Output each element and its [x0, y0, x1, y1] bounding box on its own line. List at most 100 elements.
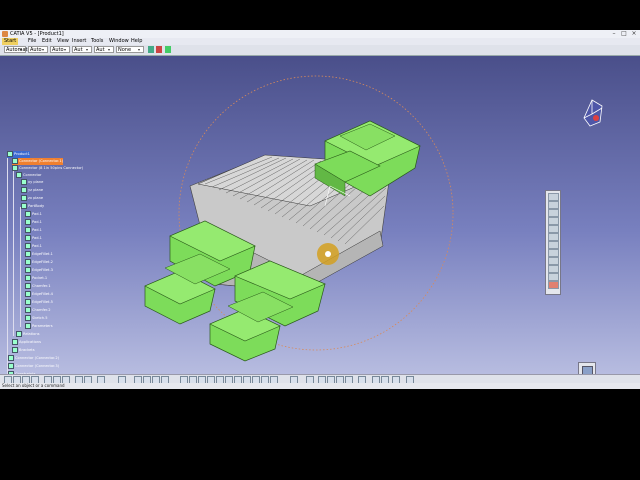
point-combo-value: Aut — [96, 47, 105, 53]
tree-node-label: Relations — [23, 332, 40, 336]
shell-tool-icon[interactable] — [548, 265, 559, 273]
menu-edit[interactable]: Edit — [40, 38, 54, 45]
tree-node[interactable]: yz plane — [21, 187, 43, 194]
mirror-tool-icon[interactable] — [548, 281, 559, 289]
plane-icon — [21, 187, 27, 193]
tree-node[interactable]: Connector (Connector.1) — [12, 158, 64, 165]
robot-marker-center — [325, 251, 331, 257]
layer-combo-value: None — [118, 47, 132, 53]
close-icon[interactable]: × — [630, 30, 638, 37]
tree-node[interactable]: EdgeFillet.2 — [25, 259, 53, 266]
tree-node[interactable]: Connector (Connector.2) — [8, 355, 59, 362]
tree-node-label: xy plane — [28, 180, 44, 184]
chevron-down-icon: ▾ — [64, 47, 67, 52]
shaft-tool-icon[interactable] — [548, 209, 559, 217]
tree-node-label: Connector (Connector.2) — [15, 356, 60, 360]
pad-icon — [25, 243, 31, 249]
layer-combo[interactable]: None ▾ — [116, 46, 144, 53]
color-combo[interactable]: Automatic ▾ — [4, 46, 32, 53]
hole-tool-icon[interactable] — [548, 225, 559, 233]
fillet-icon — [25, 259, 31, 265]
groove-tool-icon[interactable] — [548, 217, 559, 225]
tree-node[interactable]: Brackets — [12, 347, 35, 354]
menu-view[interactable]: View — [55, 38, 71, 45]
specification-tree[interactable]: Product1 Connector (Connector.1) Connect… — [4, 151, 84, 389]
chevron-down-icon: ▾ — [108, 47, 111, 52]
transparency-combo-value: Auto — [30, 47, 42, 53]
tree-node[interactable]: xy plane — [21, 179, 43, 186]
tree-node-label: Connector — [23, 173, 42, 177]
tree-node[interactable]: zx plane — [21, 195, 43, 202]
pocket-tool-icon[interactable] — [548, 201, 559, 209]
menu-tools[interactable]: Tools — [89, 38, 105, 45]
tree-node[interactable]: EdgeFillet.4 — [25, 291, 53, 298]
tree-node[interactable]: Pad.1 — [25, 227, 42, 234]
green-plug-back[interactable] — [314, 120, 421, 197]
properties-icon[interactable] — [156, 46, 162, 53]
tree-node[interactable]: Parameters — [25, 323, 53, 330]
catia-window: CATIA V5 - [Product1] – □ × Start File E… — [0, 30, 640, 389]
maximize-icon[interactable]: □ — [620, 30, 628, 37]
pad-icon — [25, 211, 31, 217]
rib-tool-icon[interactable] — [548, 233, 559, 241]
tree-node-label: EdgeFillet.3 — [32, 268, 53, 272]
parameters-icon — [25, 323, 31, 329]
tree-line — [7, 157, 8, 385]
tree-node[interactable]: PartBody — [21, 203, 44, 210]
minimize-icon[interactable]: – — [610, 30, 618, 37]
pad-icon — [25, 227, 31, 233]
fillet-icon — [25, 251, 31, 257]
tree-node[interactable]: Pad.1 — [25, 235, 42, 242]
chamfer-icon — [25, 283, 31, 289]
3d-viewport[interactable]: Product1 Connector (Connector.1) Connect… — [0, 56, 640, 388]
applications-icon — [12, 339, 18, 345]
draft-tool-icon[interactable] — [548, 257, 559, 265]
linetype-combo[interactable]: Auto ▾ — [50, 46, 70, 53]
pad-tool-icon[interactable] — [548, 193, 559, 201]
transparency-combo[interactable]: Auto ▾ — [28, 46, 48, 53]
menu-help[interactable]: Help — [129, 38, 144, 45]
tree-node[interactable]: EdgeFillet.3 — [25, 267, 53, 274]
tree-node[interactable]: Connector (8 1in 50pins Connector) — [12, 165, 83, 172]
tree-node-label: yz plane — [28, 188, 44, 192]
sync-icon[interactable] — [165, 46, 171, 53]
tree-node-label: PartBody — [28, 204, 45, 208]
point-combo[interactable]: Aut ▾ — [94, 46, 114, 53]
thread-tool-icon[interactable] — [548, 273, 559, 281]
part-icon — [12, 165, 18, 171]
tree-node[interactable]: Sketch.5 — [25, 315, 48, 322]
menu-start[interactable]: Start — [2, 38, 19, 45]
status-text: Select an object or a command — [2, 383, 65, 388]
fillet-tool-icon[interactable] — [548, 241, 559, 249]
tree-node[interactable]: Connector — [16, 172, 42, 179]
tree-line — [20, 207, 21, 327]
tree-node-label: Brackets — [19, 348, 35, 352]
tree-node[interactable]: Chamfer.1 — [25, 283, 51, 290]
tree-node[interactable]: Pad.1 — [25, 211, 42, 218]
tree-node[interactable]: Chamfer.2 — [25, 307, 51, 314]
tree-node[interactable]: Relations — [16, 331, 40, 338]
tree-node-root[interactable]: Product1 — [7, 151, 30, 158]
chevron-down-icon: ▾ — [86, 47, 89, 52]
tree-node[interactable]: Pad.1 — [25, 219, 42, 226]
part-design-toolbar — [545, 190, 561, 295]
tree-node[interactable]: EdgeFillet.5 — [25, 299, 53, 306]
tree-node[interactable]: Pad.1 — [25, 243, 42, 250]
tree-node-label: Applications — [19, 340, 41, 344]
tree-node-label: Sketch.5 — [32, 316, 48, 320]
3d-scene[interactable] — [0, 56, 640, 374]
paint-icon[interactable] — [148, 46, 154, 53]
compass-icon[interactable] — [578, 96, 608, 130]
menu-window[interactable]: Window — [107, 38, 131, 45]
tree-node[interactable]: Applications — [12, 339, 41, 346]
menu-insert[interactable]: Insert — [70, 38, 88, 45]
tree-node-label: EdgeFillet.4 — [32, 292, 53, 296]
body-icon — [21, 203, 27, 209]
menu-file[interactable]: File — [26, 38, 38, 45]
tree-node[interactable]: EdgeFillet.1 — [25, 251, 53, 258]
chamfer-tool-icon[interactable] — [548, 249, 559, 257]
tree-node[interactable]: Pocket.1 — [25, 275, 47, 282]
pad-icon — [25, 219, 31, 225]
lineweight-combo[interactable]: Aut ▾ — [72, 46, 92, 53]
tree-node[interactable]: Connector (Connector.3) — [8, 363, 59, 370]
